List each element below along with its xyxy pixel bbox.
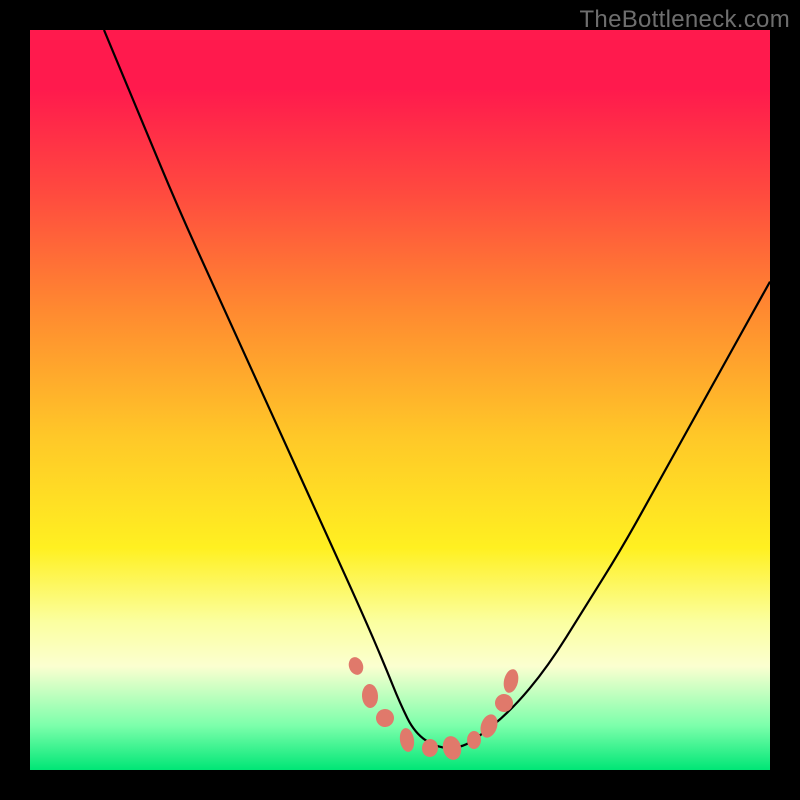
watermark-text: TheBottleneck.com — [579, 6, 790, 34]
outer-frame: TheBottleneck.com — [0, 0, 800, 800]
bottleneck-curve — [30, 30, 770, 770]
plot-area — [30, 30, 770, 770]
